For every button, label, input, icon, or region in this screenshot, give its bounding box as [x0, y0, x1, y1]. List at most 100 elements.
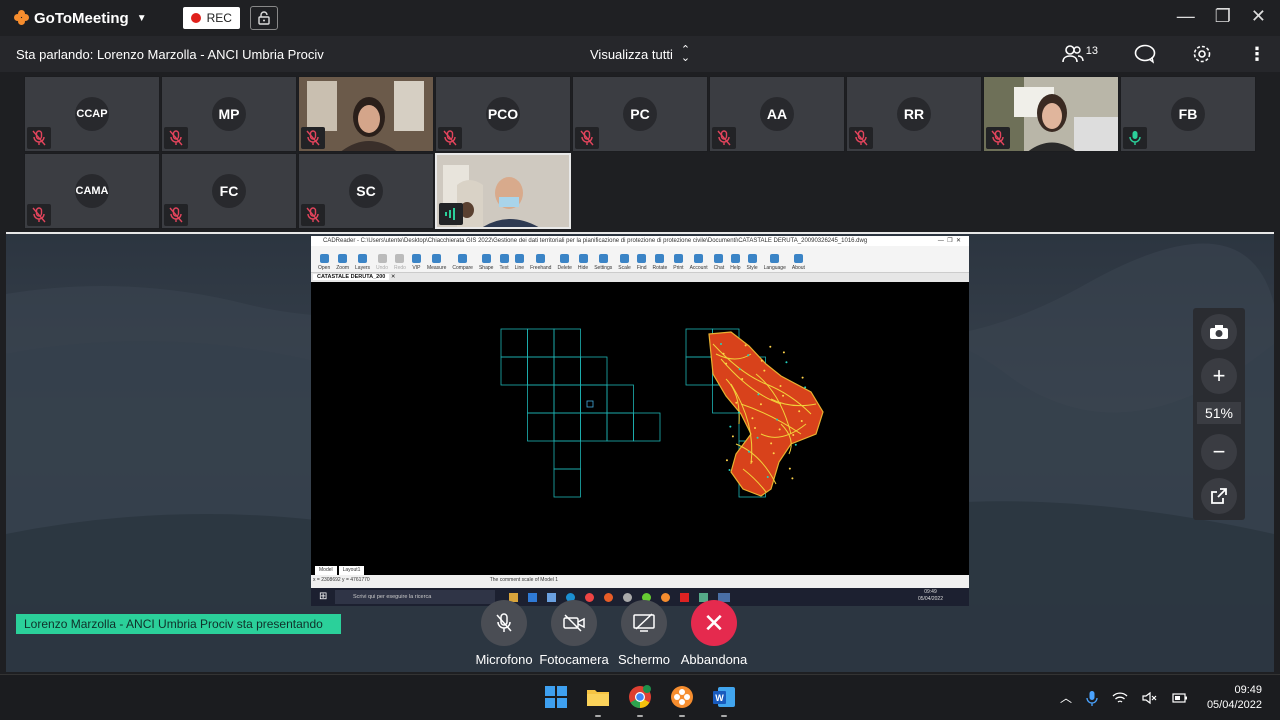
view-all-toggle[interactable]: Visualizza tutti ⌃ ⌄	[590, 45, 690, 64]
wifi-icon[interactable]	[1112, 691, 1128, 705]
chat-icon	[714, 254, 724, 263]
close-window-icon[interactable]: ✕	[1251, 6, 1266, 27]
gear-icon[interactable]	[1192, 44, 1212, 64]
parcel-point	[770, 442, 773, 445]
ribbon-language-button[interactable]: Language	[761, 245, 789, 272]
ribbon-settings-button[interactable]: Settings	[591, 245, 615, 272]
gotomeeting-taskbar-button[interactable]	[670, 685, 694, 717]
ribbon-freehand-button[interactable]: Freehand	[527, 245, 554, 272]
participant-tile[interactable]: PC	[572, 76, 708, 152]
presenting-banner: Lorenzo Marzolla - ANCI Umbria Prociv st…	[16, 614, 341, 634]
ribbon-vip-button[interactable]: VIP	[409, 245, 424, 272]
participants-button[interactable]: 13	[1061, 45, 1098, 63]
restore-icon[interactable]: ❐	[1215, 6, 1231, 27]
ribbon-shape-button[interactable]: Shape	[476, 245, 496, 272]
ribbon-help-button[interactable]: Help	[727, 245, 743, 272]
participant-tile[interactable]: PCO	[435, 76, 571, 152]
file-explorer-button[interactable]	[586, 685, 610, 717]
speaker-muted-icon[interactable]	[1142, 691, 1158, 705]
participant-avatar: RR	[897, 97, 931, 131]
parcel-point	[776, 418, 779, 421]
ribbon-text-button[interactable]: Text	[496, 245, 511, 272]
zoom-in-button[interactable]: +	[1201, 358, 1237, 394]
word-button[interactable]: W	[712, 685, 736, 717]
participant-tile[interactable]: RR	[846, 76, 982, 152]
ribbon-layers-button[interactable]: Layers	[352, 245, 373, 272]
participant-tile[interactable]	[435, 153, 571, 229]
popout-button[interactable]	[1201, 478, 1237, 514]
ribbon-chat-button[interactable]: Chat	[711, 245, 728, 272]
participant-tile[interactable]	[983, 76, 1119, 152]
zoom-level: 51%	[1197, 402, 1241, 424]
ribbon-account-button[interactable]: Account	[687, 245, 711, 272]
meeting-tools: 13 ⋮	[1061, 44, 1266, 65]
zoom-out-button[interactable]: −	[1201, 434, 1237, 470]
app-logo[interactable]: GoToMeeting ▼	[14, 10, 147, 27]
ribbon-print-button[interactable]: Print	[670, 245, 686, 272]
record-button[interactable]: REC	[182, 7, 240, 29]
mic-muted-icon	[575, 127, 599, 149]
parcel-point	[760, 359, 763, 362]
screen-share-button[interactable]: Schermo	[618, 600, 670, 667]
ribbon-line-button[interactable]: Line	[512, 245, 527, 272]
participant-tile[interactable]: CCAP	[24, 76, 160, 152]
ribbon-open-button[interactable]: Open	[315, 245, 333, 272]
participant-tile[interactable]: CAMA	[24, 153, 160, 229]
ribbon-scale-button[interactable]: Scale	[615, 245, 634, 272]
remote-clock: 09:49 05/04/2022	[917, 589, 943, 602]
battery-icon[interactable]	[1172, 692, 1188, 704]
shared-screen: CADReader - C:\Users\utente\Desktop\Chia…	[311, 236, 969, 606]
parcel-point	[737, 411, 740, 414]
microphone-label: Microfono	[475, 652, 533, 667]
mic-on-icon	[1123, 127, 1147, 149]
layout1-tab[interactable]: Layout1	[338, 566, 365, 575]
chat-icon[interactable]	[1134, 44, 1156, 64]
camera-off-icon	[563, 614, 585, 632]
mic-muted-icon	[438, 127, 462, 149]
text-icon	[499, 254, 509, 263]
minimize-icon[interactable]: —	[1177, 6, 1195, 27]
language-icon	[770, 254, 780, 263]
ribbon-compare-button[interactable]: Compare	[449, 245, 476, 272]
cad-coords: x = 2308692 y = 4761770	[313, 577, 370, 583]
ribbon-undo-button[interactable]: Undo	[373, 245, 391, 272]
participant-tile[interactable]: SC	[298, 153, 434, 229]
more-options-icon[interactable]: ⋮	[1248, 44, 1266, 65]
ribbon-rotate-button[interactable]: Rotate	[650, 245, 671, 272]
system-clock[interactable]: 09:49 05/04/2022	[1207, 683, 1262, 713]
chrome-button[interactable]	[628, 685, 652, 717]
screenshot-button[interactable]	[1201, 314, 1237, 350]
ribbon-zoom-button[interactable]: Zoom	[333, 245, 352, 272]
ribbon-style-button[interactable]: Style	[744, 245, 761, 272]
ribbon-hide-button[interactable]: Hide	[575, 245, 591, 272]
ribbon-about-button[interactable]: About	[789, 245, 808, 272]
microphone-tray-icon[interactable]	[1086, 690, 1098, 706]
leave-button[interactable]: ✕ Abbandona	[681, 600, 747, 667]
vip-icon	[411, 254, 421, 263]
start-button[interactable]	[544, 685, 568, 709]
microphone-button[interactable]: Microfono	[475, 600, 533, 667]
participant-avatar: SC	[349, 174, 383, 208]
gotomeeting-flower-icon	[14, 10, 30, 26]
grid-cell	[685, 328, 713, 358]
ribbon-redo-button[interactable]: Redo	[391, 245, 409, 272]
ribbon-delete-button[interactable]: Delete	[554, 245, 574, 272]
parcel-point	[782, 351, 785, 354]
cad-file-tab[interactable]: CATASTALE DERUTA_200 ✕	[311, 273, 969, 282]
participant-tile[interactable]: MP	[161, 76, 297, 152]
model-tab[interactable]: Model	[315, 566, 337, 575]
camera-button[interactable]: Fotocamera	[539, 600, 609, 667]
ribbon-find-button[interactable]: Find	[634, 245, 650, 272]
participant-tile[interactable]	[298, 76, 434, 152]
lock-meeting-button[interactable]	[249, 6, 278, 30]
chrome-icon	[629, 685, 651, 708]
grid-cell	[553, 440, 581, 470]
participant-tile[interactable]: AA	[709, 76, 845, 152]
speaker-bar: Sta parlando: Lorenzo Marzolla - ANCI Um…	[0, 36, 1280, 72]
ribbon-measure-button[interactable]: Measure	[424, 245, 449, 272]
participant-tile[interactable]: FB	[1120, 76, 1256, 152]
cad-drawing-canvas[interactable]	[311, 284, 969, 566]
leave-label: Abbandona	[680, 652, 748, 667]
participant-tile[interactable]: FC	[161, 153, 297, 229]
tray-chevron-icon[interactable]: ︿	[1060, 689, 1072, 706]
